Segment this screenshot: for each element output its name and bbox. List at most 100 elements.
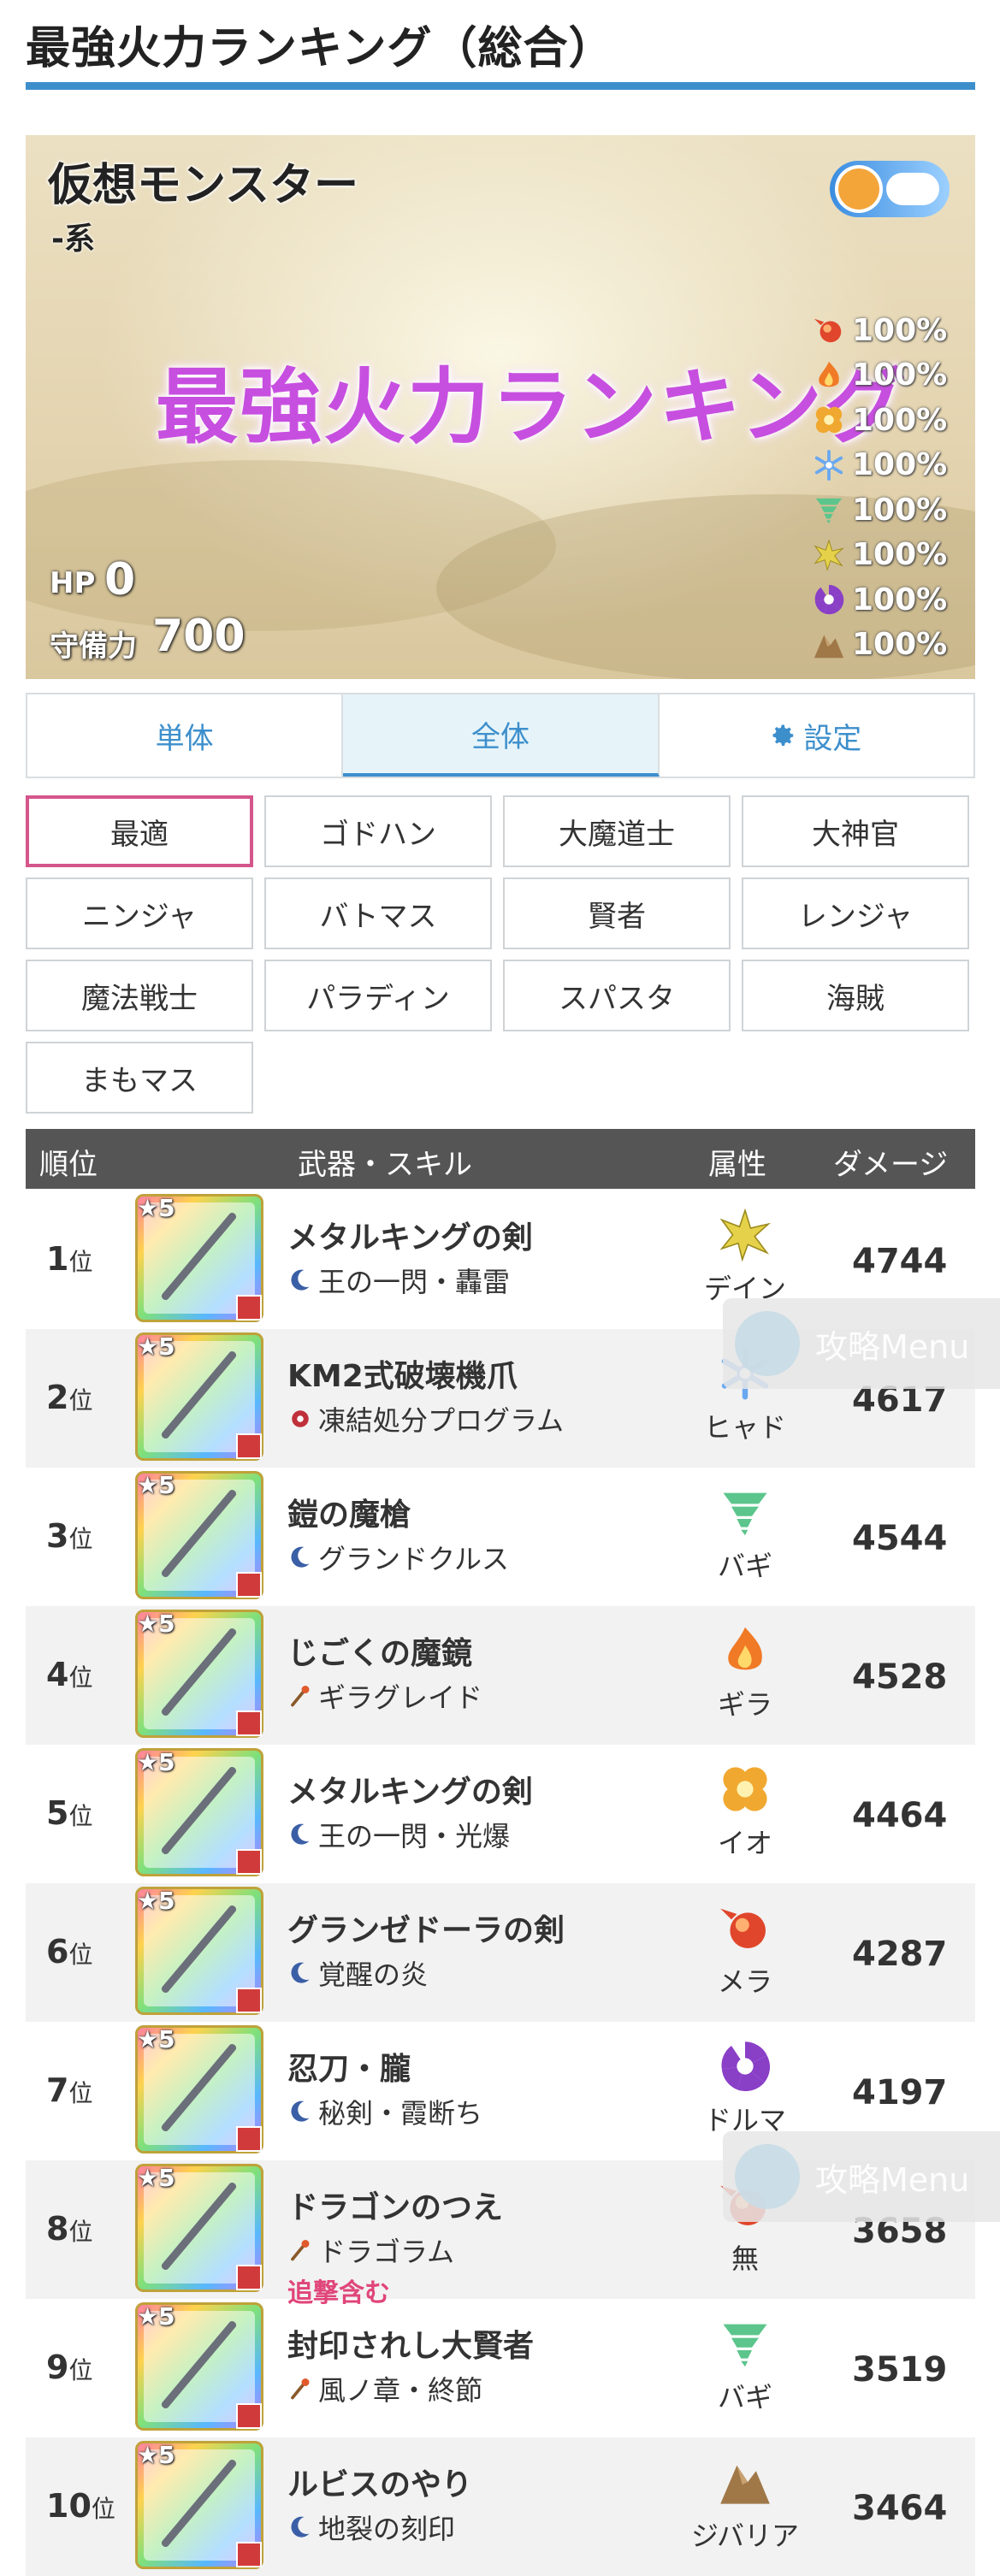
target-tabs: 単体 全体 設定 — [26, 693, 975, 778]
table-row[interactable]: 3位 ★5 鎧の魔槍 グランドクルス バギ 4544 — [26, 1468, 975, 1606]
rank-suffix: 位 — [91, 2495, 115, 2523]
weapon-icon[interactable]: ★5 — [135, 1332, 263, 1461]
job-button[interactable]: まもマス — [26, 1042, 253, 1114]
fire-ball-icon — [720, 1908, 766, 1948]
weapon-name[interactable]: グランゼドーラの剣 — [287, 1905, 565, 1950]
weapon-icon[interactable]: ★5 — [135, 2164, 263, 2292]
resistance-row: 100% — [813, 353, 967, 399]
job-button[interactable]: バトマス — [264, 877, 492, 949]
element-name: メラ — [717, 1965, 772, 1998]
weapon-name[interactable]: ルビスのやり — [287, 2460, 472, 2504]
weapon-icon[interactable]: ★5 — [135, 1748, 263, 1876]
skill-name: 地裂の刻印 — [318, 2513, 456, 2545]
rank-suffix: 位 — [68, 2218, 93, 2246]
weapon-type-icon — [236, 2403, 262, 2429]
job-button[interactable]: 海賊 — [742, 960, 969, 1031]
weapon-type-icon — [236, 2542, 262, 2567]
tornado-icon — [723, 1492, 767, 1536]
tab-single[interactable]: 単体 — [27, 694, 344, 777]
rank: 10位 — [46, 2487, 115, 2525]
resistance-row: 100% — [813, 398, 967, 443]
tab-all[interactable]: 全体 — [343, 694, 660, 777]
star-rank-icon: ★5 — [137, 1194, 175, 1222]
hp-label: HP — [50, 566, 96, 600]
wand-icon — [291, 1686, 310, 1707]
damage-value: 3519 — [852, 2350, 948, 2390]
skill-name: ギラグレイド — [318, 1681, 483, 1714]
defense-value: 700 — [152, 611, 246, 662]
weapon-icon[interactable]: ★5 — [135, 2441, 263, 2569]
job-button[interactable]: パラディン — [264, 960, 492, 1031]
element-name: ギラ — [717, 1688, 772, 1721]
header-element: 属性 — [708, 1148, 766, 1182]
wand-icon — [291, 2240, 310, 2261]
rank-suffix: 位 — [68, 1802, 93, 1830]
weapon-name[interactable]: KM2式破壊機爪 — [287, 1351, 518, 1396]
job-button[interactable]: 最適 — [26, 795, 253, 867]
element-name: ヒャド — [703, 1411, 786, 1444]
job-button[interactable]: 魔法戦士 — [26, 960, 253, 1031]
weapon-type-icon — [236, 1295, 262, 1320]
table-row[interactable]: 9位 ★5 封印されし大賢者 風ノ章・終節 バギ 3519 — [26, 2299, 975, 2437]
weapon-icon[interactable]: ★5 — [135, 1610, 263, 1738]
weapon-skill: ドラゴラム — [287, 2230, 454, 2270]
job-button[interactable]: スパスタ — [503, 960, 731, 1031]
job-button[interactable]: 賢者 — [503, 877, 731, 949]
weapon-type-icon — [236, 1988, 262, 2013]
weapon-name[interactable]: メタルキングの剣 — [287, 1767, 533, 1811]
weapon-icon[interactable]: ★5 — [135, 2025, 263, 2154]
job-button[interactable]: ゴドハン — [264, 795, 492, 867]
rank-suffix: 位 — [68, 1248, 93, 1276]
weapon-type-icon — [236, 2126, 262, 2152]
overlay-label: 最強火力ランキング — [156, 359, 908, 455]
job-button[interactable]: レンジャ — [742, 877, 969, 949]
damage-value: 4544 — [852, 1519, 948, 1558]
rank-number: 1 — [46, 1240, 69, 1278]
star-rank-icon: ★5 — [137, 2025, 175, 2053]
weapon-icon[interactable]: ★5 — [135, 2302, 263, 2431]
damage-value: 4528 — [852, 1657, 948, 1697]
crescent-icon — [291, 1546, 310, 1568]
weapon-type-icon — [236, 1433, 262, 1459]
weapon-type-icon — [236, 1849, 262, 1875]
strategy-menu-button[interactable]: 攻略Menu — [723, 2131, 1000, 2222]
strategy-menu-button[interactable]: 攻略Menu — [723, 1298, 1000, 1389]
star-rank-icon: ★5 — [137, 1748, 175, 1776]
rank-suffix: 位 — [68, 1663, 93, 1692]
wand-icon — [291, 2378, 310, 2400]
job-button[interactable]: ニンジャ — [26, 877, 253, 949]
table-row[interactable]: 4位 ★5 じごくの魔鏡ギラグレイド ギラ 4528 — [26, 1606, 975, 1745]
rank-number: 4 — [46, 1656, 69, 1693]
weapon-name[interactable]: 鎧の魔槍 — [287, 1490, 411, 1534]
weapon-name[interactable]: 封印されし大賢者 — [287, 2321, 534, 2366]
rank: 9位 — [46, 2349, 92, 2386]
skill-name: 王の一閃・光爆 — [318, 1820, 511, 1852]
defense-label: 守備力 — [50, 629, 137, 664]
element: バギ — [689, 1485, 801, 1584]
star-rank-icon: ★5 — [137, 1887, 175, 1915]
table-row[interactable]: 6位 ★5 グランゼドーラの剣 覚醒の炎 メラ 4287 — [26, 1883, 975, 2022]
tab-settings[interactable]: 設定 — [660, 694, 973, 777]
table-row[interactable]: 5位 ★5 メタルキングの剣 王の一閃・光爆 イオ 4464 — [26, 1745, 975, 1883]
resistance-row: 100% — [813, 308, 967, 353]
tab-label: 全体 — [470, 719, 530, 754]
resistance-row: 100% — [813, 443, 967, 488]
crescent-icon — [291, 2516, 310, 2538]
star-rank-icon: ★5 — [137, 2164, 175, 2192]
weapon-icon[interactable]: ★5 — [135, 1887, 263, 2015]
rank-number: 2 — [46, 1379, 69, 1416]
weapon-icon[interactable]: ★5 — [135, 1194, 263, 1322]
star-rank-icon: ★5 — [137, 1610, 175, 1638]
weapon-skill: 地裂の刻印 — [287, 2508, 455, 2547]
weapon-icon[interactable]: ★5 — [135, 1471, 263, 1599]
job-button[interactable]: 大神官 — [742, 795, 969, 867]
job-button[interactable]: 大魔道士 — [503, 795, 731, 867]
skill-name: 覚醒の炎 — [318, 1959, 429, 1991]
table-row[interactable]: 10位 ★5 ルビスのやり 地裂の刻印 ジバリア 3464 — [26, 2437, 975, 2576]
weapon-name[interactable]: じごくの魔鏡 — [287, 1628, 472, 1673]
header-rank: 順位 — [39, 1148, 98, 1182]
weapon-name[interactable]: メタルキングの剣 — [287, 1213, 533, 1257]
weapon-name[interactable]: 忍刀・朧 — [287, 2044, 411, 2089]
weapon-name[interactable]: ドラゴンのつえ — [287, 2183, 503, 2227]
rank: 6位 — [46, 1933, 92, 1970]
